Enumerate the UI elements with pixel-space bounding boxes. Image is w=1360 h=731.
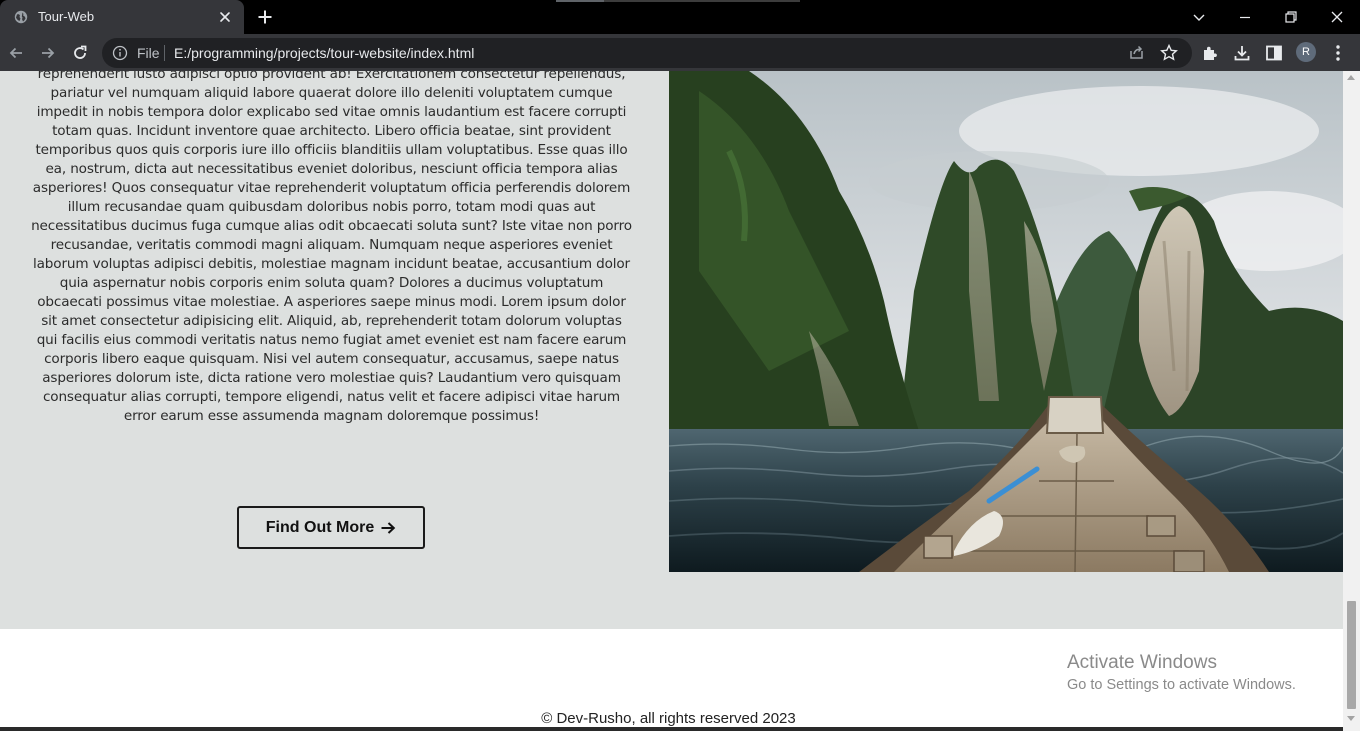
taskbar-edge: [0, 727, 1343, 731]
minimize-icon[interactable]: [1234, 6, 1256, 28]
scroll-down-arrow-icon[interactable]: [1347, 716, 1355, 721]
info-icon[interactable]: [112, 45, 128, 61]
back-arrow-icon[interactable]: [5, 42, 27, 64]
activate-windows-subtitle: Go to Settings to activate Windows.: [1067, 677, 1296, 693]
reload-icon[interactable]: [69, 42, 91, 64]
url-scheme-label: File: [137, 45, 160, 61]
page-viewport: reprehenderit iusto adipisci optio provi…: [0, 71, 1343, 731]
download-icon[interactable]: [1231, 42, 1253, 64]
profile-avatar[interactable]: R: [1296, 42, 1316, 62]
arrow-right-icon: [381, 521, 396, 534]
plus-icon[interactable]: [255, 7, 275, 27]
tab-title: Tour-Web: [38, 9, 95, 24]
restore-icon[interactable]: [1280, 6, 1302, 28]
extensions-icon[interactable]: [1199, 42, 1221, 64]
find-out-more-button[interactable]: Find Out More: [237, 506, 425, 549]
side-panel-icon[interactable]: [1263, 42, 1285, 64]
omnibox-divider: [164, 45, 165, 61]
activate-windows-title: Activate Windows: [1067, 652, 1217, 673]
chevron-down-icon[interactable]: [1188, 6, 1210, 28]
activate-windows-watermark: Activate Windows Go to Settings to activ…: [1067, 652, 1296, 696]
browser-toolbar: File E:/programming/projects/tour-websit…: [0, 34, 1360, 71]
forward-arrow-icon[interactable]: [37, 42, 59, 64]
tab-strip-indicator: [556, 0, 800, 2]
page-scrollbar[interactable]: [1343, 71, 1360, 731]
scrollbar-thumb[interactable]: [1347, 601, 1356, 709]
globe-icon: [14, 10, 28, 24]
menu-dots-icon[interactable]: [1327, 42, 1349, 64]
about-paragraph: reprehenderit iusto adipisci optio provi…: [31, 71, 632, 424]
star-icon[interactable]: [1158, 42, 1180, 64]
copyright-text: © Dev-Rusho, all rights reserved 2023: [541, 710, 796, 727]
url-text[interactable]: E:/programming/projects/tour-website/ind…: [174, 45, 474, 61]
browser-tab[interactable]: Tour-Web: [0, 0, 244, 34]
address-bar[interactable]: File E:/programming/projects/tour-websit…: [102, 38, 1192, 68]
share-icon[interactable]: [1126, 42, 1148, 64]
tab-strip: Tour-Web: [0, 0, 1360, 34]
window-close-icon[interactable]: [1326, 6, 1348, 28]
find-out-more-label: Find Out More: [265, 518, 375, 536]
close-icon[interactable]: [216, 8, 234, 26]
scroll-up-arrow-icon[interactable]: [1347, 75, 1355, 80]
boat-lake-photo: [669, 71, 1343, 572]
